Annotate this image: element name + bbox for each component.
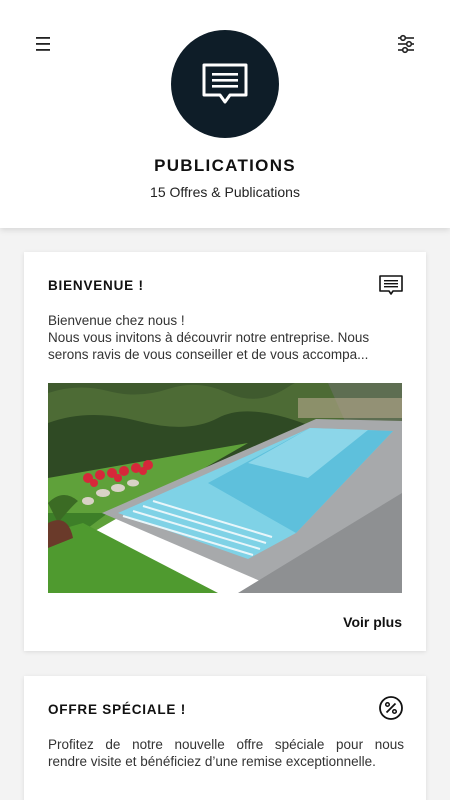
percent-badge-icon	[378, 695, 404, 721]
publication-card[interactable]: OFFRE SPÉCIALE ! Profitez de notre nouve…	[24, 676, 426, 800]
publications-avatar	[171, 30, 279, 138]
card-text-line: Bienvenue chez nous !	[48, 313, 185, 328]
sliders-filter-icon[interactable]	[394, 32, 418, 56]
card-text-line: serons ravis de vous conseiller et de vo…	[48, 347, 369, 362]
page-subtitle: 15 Offres & Publications	[150, 184, 300, 200]
page-title: PUBLICATIONS	[154, 156, 296, 175]
publication-card[interactable]: BIENVENUE ! Bienvenue chez nous ! Nous v…	[24, 252, 426, 651]
card-text-line: Profitez de notre nouvelle offre spécial…	[48, 737, 404, 752]
card-title: BIENVENUE !	[48, 278, 144, 293]
page-header: PUBLICATIONS 15 Offres & Publications	[0, 0, 450, 228]
card-description: Profitez de notre nouvelle offre spécial…	[48, 736, 404, 770]
card-text-line: Nous vous invitons à découvrir notre ent…	[48, 330, 370, 345]
message-bubble-icon	[378, 273, 404, 299]
card-text-line: rendre visite et bénéficiez d’une remise…	[48, 754, 376, 769]
card-title: OFFRE SPÉCIALE !	[48, 702, 187, 717]
card-description: Bienvenue chez nous ! Nous vous invitons…	[48, 312, 404, 363]
see-more-link[interactable]: Voir plus	[343, 614, 402, 630]
hamburger-menu-icon[interactable]	[31, 32, 55, 56]
pool-photo	[48, 383, 402, 593]
message-bubble-icon	[202, 63, 248, 104]
